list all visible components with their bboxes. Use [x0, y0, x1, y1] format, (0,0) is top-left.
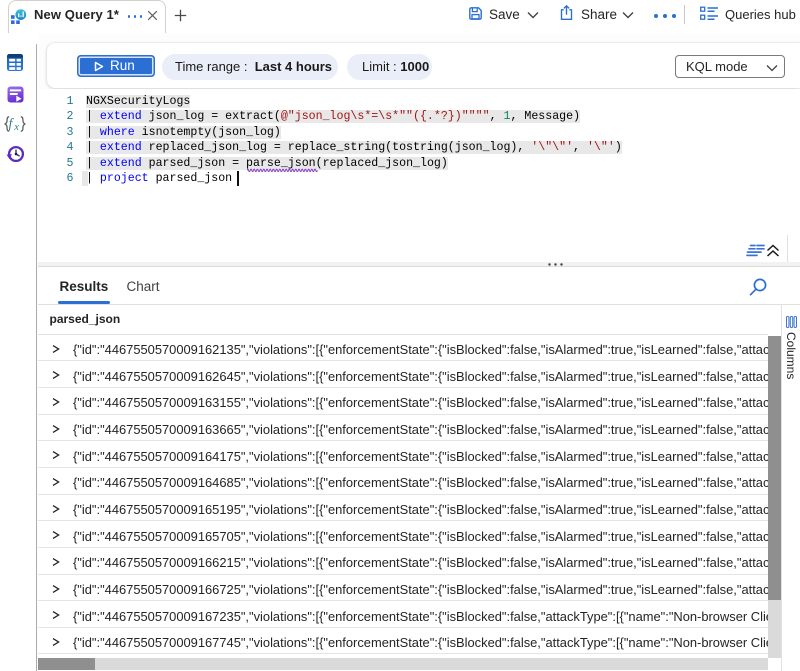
- svg-text:x: x: [13, 122, 19, 133]
